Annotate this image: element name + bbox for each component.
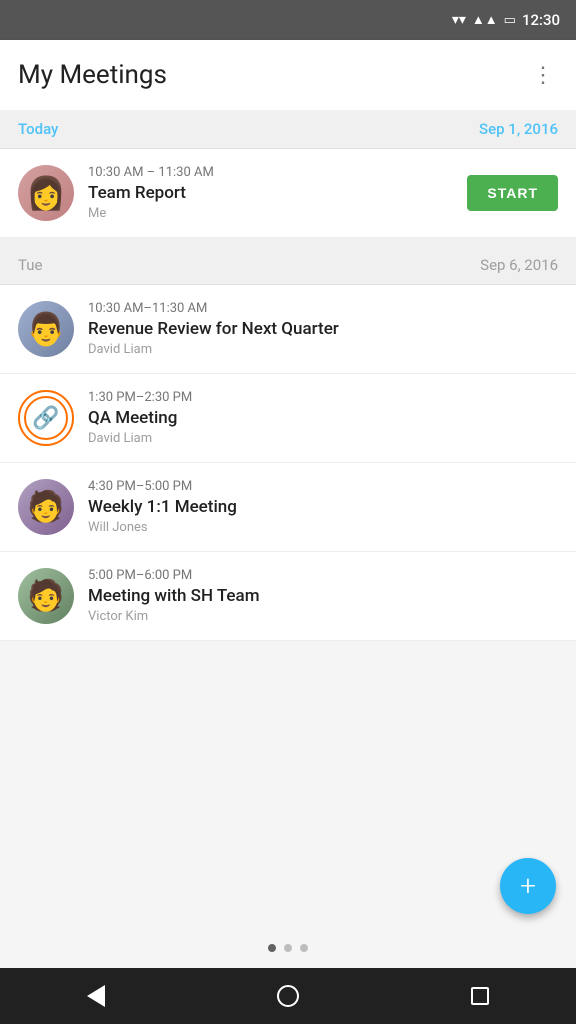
meeting-time-revenue-review: 10:30 AM–11:30 AM [88, 301, 558, 316]
meeting-info-team-report: 10:30 AM – 11:30 AM Team Report Me [88, 165, 467, 221]
section-header-today: Today Sep 1, 2016 [0, 110, 576, 149]
section-gap-1 [0, 238, 576, 246]
section-day-today: Today [18, 120, 58, 138]
status-icons: ▾▾ ▲▲ ▭ 12:30 [452, 11, 560, 29]
meeting-title-revenue-review: Revenue Review for Next Quarter [88, 319, 558, 339]
meeting-title-sh-team: Meeting with SH Team [88, 586, 558, 606]
meeting-list: Today Sep 1, 2016 10:30 AM – 11:30 AM Te… [0, 110, 576, 928]
wifi-icon: ▾▾ [452, 12, 466, 28]
nav-back-button[interactable] [66, 968, 126, 1024]
section-day-tue: Tue [18, 256, 42, 274]
dot-3[interactable] [300, 944, 308, 952]
home-icon [277, 985, 299, 1007]
add-meeting-fab[interactable]: + [500, 858, 556, 914]
meeting-time-sh-team: 5:00 PM–6:00 PM [88, 568, 558, 583]
meeting-item-team-report[interactable]: 10:30 AM – 11:30 AM Team Report Me START [0, 149, 576, 238]
status-bar: ▾▾ ▲▲ ▭ 12:30 [0, 0, 576, 40]
meeting-title-qa-meeting: QA Meeting [88, 408, 558, 428]
dot-2[interactable] [284, 944, 292, 952]
meeting-title-team-report: Team Report [88, 183, 467, 203]
avatar-revenue-review [18, 301, 74, 357]
dot-1[interactable] [268, 944, 276, 952]
avatar-sh-team [18, 568, 74, 624]
meeting-person-weekly-11: Will Jones [88, 520, 558, 535]
signal-icon: ▲▲ [472, 12, 498, 28]
nav-bar [0, 968, 576, 1024]
start-button-team-report[interactable]: START [467, 175, 558, 211]
meeting-info-qa-meeting: 1:30 PM–2:30 PM QA Meeting David Liam [88, 390, 558, 446]
meeting-info-sh-team: 5:00 PM–6:00 PM Meeting with SH Team Vic… [88, 568, 558, 624]
meeting-info-revenue-review: 10:30 AM–11:30 AM Revenue Review for Nex… [88, 301, 558, 357]
avatar-team-report [18, 165, 74, 221]
nav-recents-button[interactable] [450, 968, 510, 1024]
back-icon [87, 985, 105, 1007]
meeting-person-revenue-review: David Liam [88, 342, 558, 357]
meeting-person-sh-team: Victor Kim [88, 609, 558, 624]
meeting-person-team-report: Me [88, 206, 467, 221]
section-date-tue: Sep 6, 2016 [480, 256, 558, 274]
avatar-weekly-11 [18, 479, 74, 535]
meeting-item-sh-team[interactable]: 5:00 PM–6:00 PM Meeting with SH Team Vic… [0, 552, 576, 641]
status-time: 12:30 [522, 11, 560, 29]
meeting-info-weekly-11: 4:30 PM–5:00 PM Weekly 1:1 Meeting Will … [88, 479, 558, 535]
nav-home-button[interactable] [258, 968, 318, 1024]
meeting-item-qa-meeting[interactable]: 🔗 1:30 PM–2:30 PM QA Meeting David Liam [0, 374, 576, 463]
app-bar: My Meetings ⋮ [0, 40, 576, 110]
meeting-person-qa-meeting: David Liam [88, 431, 558, 446]
meeting-title-weekly-11: Weekly 1:1 Meeting [88, 497, 558, 517]
avatar-qa-meeting: 🔗 [18, 390, 74, 446]
meeting-time-team-report: 10:30 AM – 11:30 AM [88, 165, 467, 180]
section-header-tue: Tue Sep 6, 2016 [0, 246, 576, 285]
recents-icon [471, 987, 489, 1005]
pagination-dots [0, 928, 576, 968]
meeting-item-weekly-11[interactable]: 4:30 PM–5:00 PM Weekly 1:1 Meeting Will … [0, 463, 576, 552]
more-icon[interactable]: ⋮ [528, 59, 558, 92]
meeting-item-revenue-review[interactable]: 10:30 AM–11:30 AM Revenue Review for Nex… [0, 285, 576, 374]
section-date-today: Sep 1, 2016 [479, 120, 558, 138]
app-title: My Meetings [18, 60, 167, 90]
battery-icon: ▭ [504, 13, 516, 28]
qa-meeting-icon: 🔗 [24, 396, 68, 440]
add-icon: + [520, 872, 536, 900]
meeting-time-weekly-11: 4:30 PM–5:00 PM [88, 479, 558, 494]
meeting-time-qa-meeting: 1:30 PM–2:30 PM [88, 390, 558, 405]
